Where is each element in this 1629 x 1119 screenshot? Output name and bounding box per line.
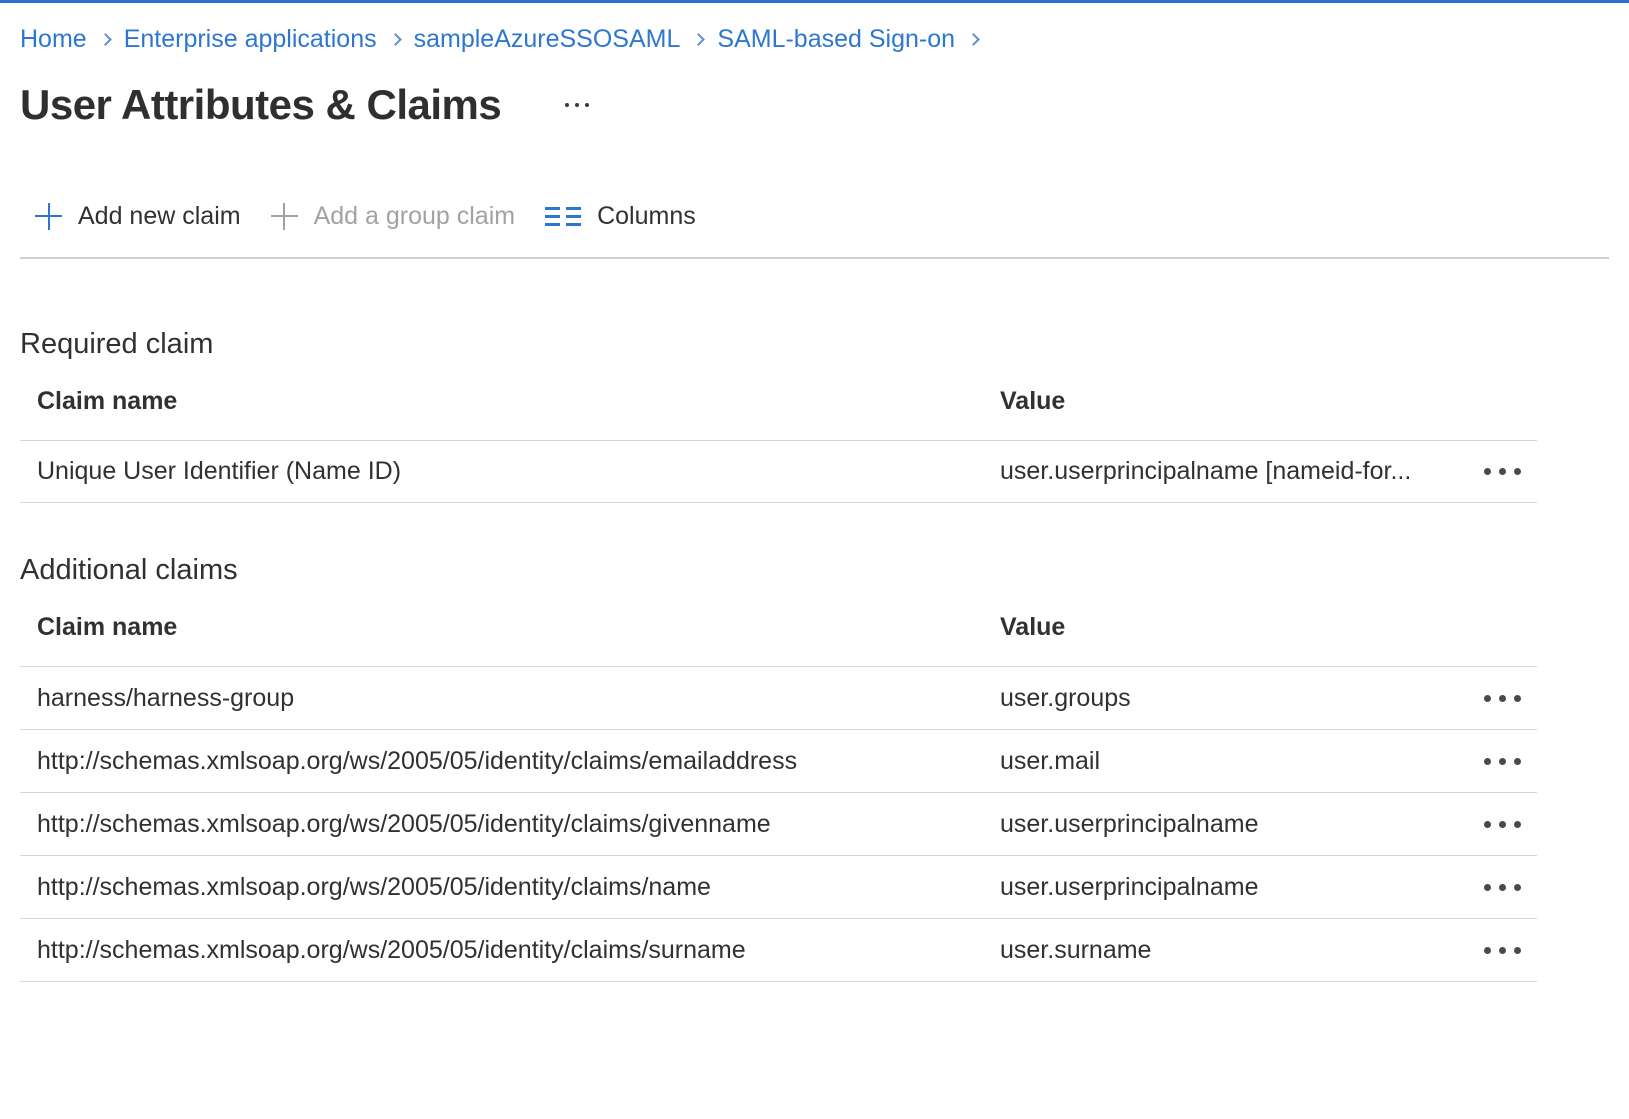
breadcrumb-link-2[interactable]: sampleAzureSSOSAML xyxy=(414,24,681,55)
column-header-value: Value xyxy=(1000,613,1432,642)
breadcrumb-link-0[interactable]: Home xyxy=(20,24,87,55)
claim-value-cell: user.mail xyxy=(1000,747,1432,776)
table-header-row: Claim name Value xyxy=(20,589,1537,667)
breadcrumb-separator-icon xyxy=(967,33,980,46)
title-row: User Attributes & Claims xyxy=(20,81,1609,128)
plus-icon xyxy=(271,203,298,230)
claim-name-cell: http://schemas.xmlsoap.org/ws/2005/05/id… xyxy=(20,747,1000,776)
row-context-menu-button[interactable] xyxy=(1474,874,1537,901)
breadcrumb: Home Enterprise applications sampleAzureSS… xyxy=(20,24,1609,55)
additional-claims-heading: Additional claims xyxy=(20,551,1609,589)
additional-claims-section: Additional claims Claim name Value harne… xyxy=(20,551,1609,982)
claim-table-row: http://schemas.xmlsoap.org/ws/2005/05/id… xyxy=(20,856,1537,919)
claim-name-cell: http://schemas.xmlsoap.org/ws/2005/05/id… xyxy=(20,810,1000,839)
ellipsis-icon xyxy=(565,103,569,107)
ellipsis-icon xyxy=(1484,695,1521,702)
column-header-value: Value xyxy=(1000,387,1432,416)
table-header-row: Claim name Value xyxy=(20,363,1537,441)
ellipsis-icon xyxy=(1484,884,1521,891)
required-claim-table: Claim name Value Unique User Identifier … xyxy=(20,363,1537,503)
required-claim-heading: Required claim xyxy=(20,325,1609,363)
claim-table-row: http://schemas.xmlsoap.org/ws/2005/05/id… xyxy=(20,730,1537,793)
claim-table-row: harness/harness-group user.groups xyxy=(20,667,1537,730)
claim-name-cell: http://schemas.xmlsoap.org/ws/2005/05/id… xyxy=(20,936,1000,965)
top-accent-bar xyxy=(0,0,1629,3)
row-context-menu-button[interactable] xyxy=(1474,811,1537,838)
command-bar: Add new claim Add a group claim Columns xyxy=(20,194,1609,238)
add-new-claim-button[interactable]: Add new claim xyxy=(20,194,256,238)
claim-name-cell: http://schemas.xmlsoap.org/ws/2005/05/id… xyxy=(20,873,1000,902)
add-group-claim-button[interactable]: Add a group claim xyxy=(256,194,531,238)
toolbar-divider xyxy=(20,257,1609,259)
additional-claims-table: Claim name Value harness/harness-group u… xyxy=(20,589,1537,982)
claim-value-cell: user.groups xyxy=(1000,684,1432,713)
breadcrumb-separator-icon xyxy=(693,33,706,46)
additional-claims-rows: harness/harness-group user.groups http:/… xyxy=(20,667,1537,982)
plus-icon xyxy=(35,203,62,230)
page-title: User Attributes & Claims xyxy=(20,81,501,128)
column-header-claim-name: Claim name xyxy=(20,613,1000,642)
page-context-menu-button[interactable] xyxy=(559,95,595,115)
user-attributes-claims-page: Home Enterprise applications sampleAzureSS… xyxy=(0,24,1629,982)
breadcrumb-separator-icon xyxy=(389,33,402,46)
claim-value-cell: user.userprincipalname xyxy=(1000,873,1432,902)
ellipsis-icon xyxy=(1484,947,1521,954)
column-header-claim-name: Claim name xyxy=(20,387,1000,416)
claim-table-row: Unique User Identifier (Name ID) user.us… xyxy=(20,441,1537,503)
required-claim-section: Required claim Claim name Value Unique U… xyxy=(20,325,1609,503)
claim-value-cell: user.surname xyxy=(1000,936,1432,965)
row-context-menu-button[interactable] xyxy=(1474,685,1537,712)
row-context-menu-button[interactable] xyxy=(1474,458,1537,485)
ellipsis-icon xyxy=(1484,758,1521,765)
columns-button[interactable]: Columns xyxy=(530,194,711,238)
ellipsis-icon xyxy=(1484,821,1521,828)
row-context-menu-button[interactable] xyxy=(1474,748,1537,775)
claim-table-row: http://schemas.xmlsoap.org/ws/2005/05/id… xyxy=(20,793,1537,856)
claim-value-cell: user.userprincipalname xyxy=(1000,810,1432,839)
row-context-menu-button[interactable] xyxy=(1474,937,1537,964)
ellipsis-icon xyxy=(1484,468,1521,475)
claim-value-cell: user.userprincipalname [nameid-for... xyxy=(1000,457,1432,486)
claim-table-row: http://schemas.xmlsoap.org/ws/2005/05/id… xyxy=(20,919,1537,982)
required-claim-rows: Unique User Identifier (Name ID) user.us… xyxy=(20,441,1537,503)
breadcrumb-link-1[interactable]: Enterprise applications xyxy=(124,24,377,55)
breadcrumb-separator-icon xyxy=(99,33,112,46)
claim-name-cell: harness/harness-group xyxy=(20,684,1000,713)
breadcrumb-link-3[interactable]: SAML-based Sign-on xyxy=(717,24,955,55)
columns-icon xyxy=(545,207,581,226)
claim-name-cell: Unique User Identifier (Name ID) xyxy=(20,457,1000,486)
